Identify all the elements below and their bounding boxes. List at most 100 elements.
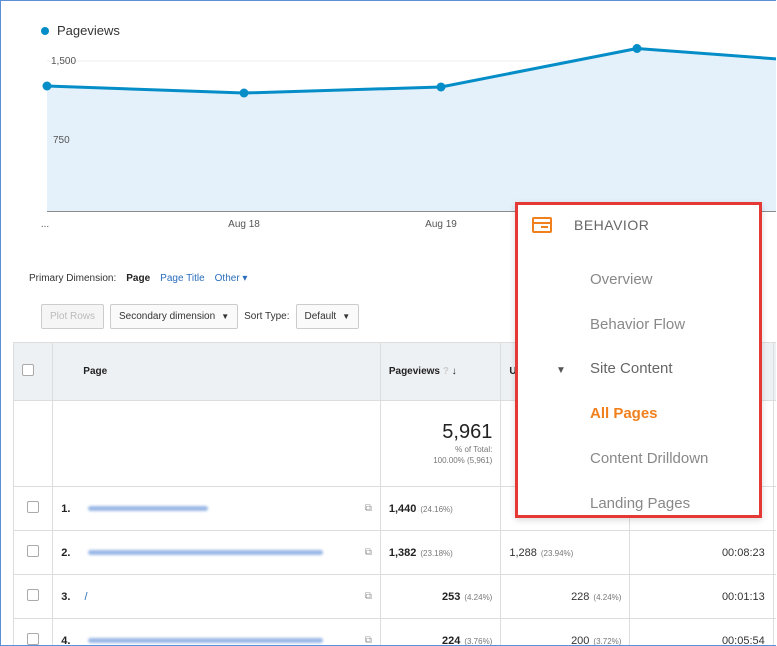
- primary-dimension-bar: Primary Dimension: Page Page Title Other…: [29, 273, 247, 284]
- y-tick-label: 1,500: [51, 56, 77, 67]
- pageviews-pct: (24.16%): [420, 504, 453, 514]
- col-extra[interactable]: Ex: [772, 342, 776, 401]
- table-toolbar: Plot Rows Secondary dimension ▼ Sort Type…: [41, 304, 360, 329]
- x-tick-label: ...: [40, 219, 50, 230]
- menu-item-all-pages[interactable]: All Pages: [590, 405, 658, 422]
- table-row[interactable]: 2. ⧉ 1,382 (23.18%) 1,288 (23.94%) 00:08:23: [12, 530, 776, 575]
- unique-pct: (3.72%): [593, 636, 622, 646]
- extra-cell: [772, 574, 776, 619]
- caret-down-icon: ▼: [342, 312, 351, 321]
- chart-legend[interactable]: Pageviews: [41, 23, 120, 38]
- x-tick-label: Aug 19: [425, 219, 457, 230]
- help-icon: ?: [442, 366, 449, 377]
- page-cell: 1. ⧉: [52, 486, 381, 531]
- behavior-title: BEHAVIOR: [574, 217, 650, 233]
- expand-triangle-icon[interactable]: ▼: [556, 365, 566, 376]
- sort-arrow-icon: ↓: [451, 366, 457, 377]
- page-link[interactable]: /: [84, 591, 87, 603]
- row-checkbox-cell: [12, 486, 54, 531]
- data-point[interactable]: [42, 81, 52, 91]
- totals-blank: [52, 400, 381, 487]
- col-pageviews[interactable]: Pageviews ? ↓: [379, 342, 502, 401]
- row-checkbox-cell: [12, 530, 54, 575]
- x-tick-label: Aug 18: [228, 219, 260, 230]
- time-cell: 00:08:23: [629, 530, 774, 575]
- table-row[interactable]: 3. / ⧉ 253 (4.24%) 228 (4.24%) 00:01:13: [12, 574, 776, 619]
- unique-value: 228: [571, 590, 590, 603]
- total-value: 5,961: [442, 421, 493, 443]
- pageviews-value: 1,382: [388, 546, 417, 559]
- col-page[interactable]: Page: [52, 342, 381, 401]
- sort-type-select[interactable]: Default ▼: [295, 304, 360, 329]
- row-number: 4.: [61, 634, 71, 646]
- menu-item-behavior-flow[interactable]: Behavior Flow: [590, 316, 685, 333]
- row-number: 3.: [61, 590, 71, 603]
- blurred-page-link[interactable]: [88, 506, 209, 512]
- primary-dimension-label: Primary Dimension:: [29, 273, 117, 284]
- open-link-icon[interactable]: ⧉: [365, 547, 372, 558]
- table-row[interactable]: 4. ⧉ 224 (3.76%) 200 (3.72%) 00:05:54: [12, 618, 776, 646]
- behavior-menu: BEHAVIOR Overview Behavior Flow ▼ Site C…: [515, 202, 762, 518]
- sort-type-label: Sort Type:: [244, 311, 290, 322]
- blurred-page-link[interactable]: [88, 550, 324, 556]
- plot-rows-button[interactable]: Plot Rows: [41, 304, 105, 329]
- menu-item-content-drilldown[interactable]: Content Drilldown: [590, 450, 708, 467]
- select-all-checkbox[interactable]: [22, 364, 34, 376]
- data-point[interactable]: [436, 82, 446, 92]
- extra-cell: [772, 530, 776, 575]
- totals-blank: [772, 400, 776, 487]
- row-number: 1.: [61, 502, 71, 515]
- time-cell: 00:05:54: [629, 618, 774, 645]
- unique-cell: 1,288 (23.94%): [500, 530, 631, 575]
- dimension-other[interactable]: Other ▾: [215, 273, 248, 284]
- data-point[interactable]: [632, 44, 642, 53]
- page-cell: 3. / ⧉: [52, 574, 381, 619]
- unique-pct: (4.24%): [593, 592, 622, 602]
- row-checkbox[interactable]: [27, 545, 40, 557]
- open-link-icon[interactable]: ⧉: [365, 591, 372, 602]
- total-sub: % of Total:: [455, 445, 493, 454]
- extra-cell: [772, 618, 776, 645]
- unique-pct: (23.94%): [540, 548, 574, 558]
- row-checkbox[interactable]: [27, 501, 40, 513]
- behavior-header[interactable]: BEHAVIOR: [532, 217, 649, 233]
- totals-blank: [12, 400, 54, 487]
- row-checkbox[interactable]: [27, 633, 40, 645]
- open-link-icon[interactable]: ⧉: [365, 635, 372, 646]
- analytics-frame: Pageviews 1,500 750 ... Aug 18 Aug 19 Pr…: [0, 0, 776, 646]
- unique-cell: 228 (4.24%): [500, 574, 631, 619]
- pageviews-cell: 224 (3.76%): [379, 618, 502, 646]
- header-checkbox-cell: [12, 342, 54, 401]
- blurred-page-link[interactable]: [88, 638, 324, 644]
- unique-cell: 200 (3.72%): [500, 618, 631, 646]
- pageviews-value: 224: [441, 634, 461, 646]
- pageviews-pct: (4.24%): [464, 592, 493, 602]
- pageviews-cell: 1,440 (24.16%): [379, 486, 502, 531]
- page-cell: 2. ⧉: [52, 530, 381, 575]
- extra-cell: [772, 486, 776, 531]
- unique-value: 1,288: [509, 546, 537, 559]
- menu-item-landing-pages[interactable]: Landing Pages: [590, 495, 690, 512]
- sort-type-value: Default: [304, 311, 337, 322]
- totals-pageviews: 5,961 % of Total: 100.00% (5,961): [379, 400, 502, 487]
- series-area: [47, 48, 776, 211]
- menu-item-site-content[interactable]: Site Content: [590, 360, 673, 377]
- total-sub: 100.00% (5,961): [433, 456, 493, 465]
- legend-dot-icon: [41, 26, 49, 35]
- time-cell: 00:01:13: [629, 574, 774, 619]
- row-checkbox[interactable]: [27, 589, 40, 601]
- dimension-page-title[interactable]: Page Title: [160, 273, 204, 284]
- data-point[interactable]: [239, 88, 249, 98]
- y-tick-label: 750: [53, 135, 70, 146]
- menu-item-overview[interactable]: Overview: [590, 271, 653, 288]
- dimension-page[interactable]: Page: [126, 273, 150, 284]
- caret-down-icon: ▼: [221, 312, 230, 321]
- open-link-icon[interactable]: ⧉: [365, 503, 372, 514]
- pageviews-cell: 1,382 (23.18%): [379, 530, 502, 575]
- legend-label: Pageviews: [57, 23, 120, 38]
- pageviews-value: 253: [441, 590, 461, 603]
- pageviews-pct: (23.18%): [420, 548, 453, 558]
- col-page-label: Page: [83, 366, 108, 377]
- secondary-dimension-select[interactable]: Secondary dimension ▼: [110, 304, 239, 329]
- pageviews-value: 1,440: [388, 502, 417, 515]
